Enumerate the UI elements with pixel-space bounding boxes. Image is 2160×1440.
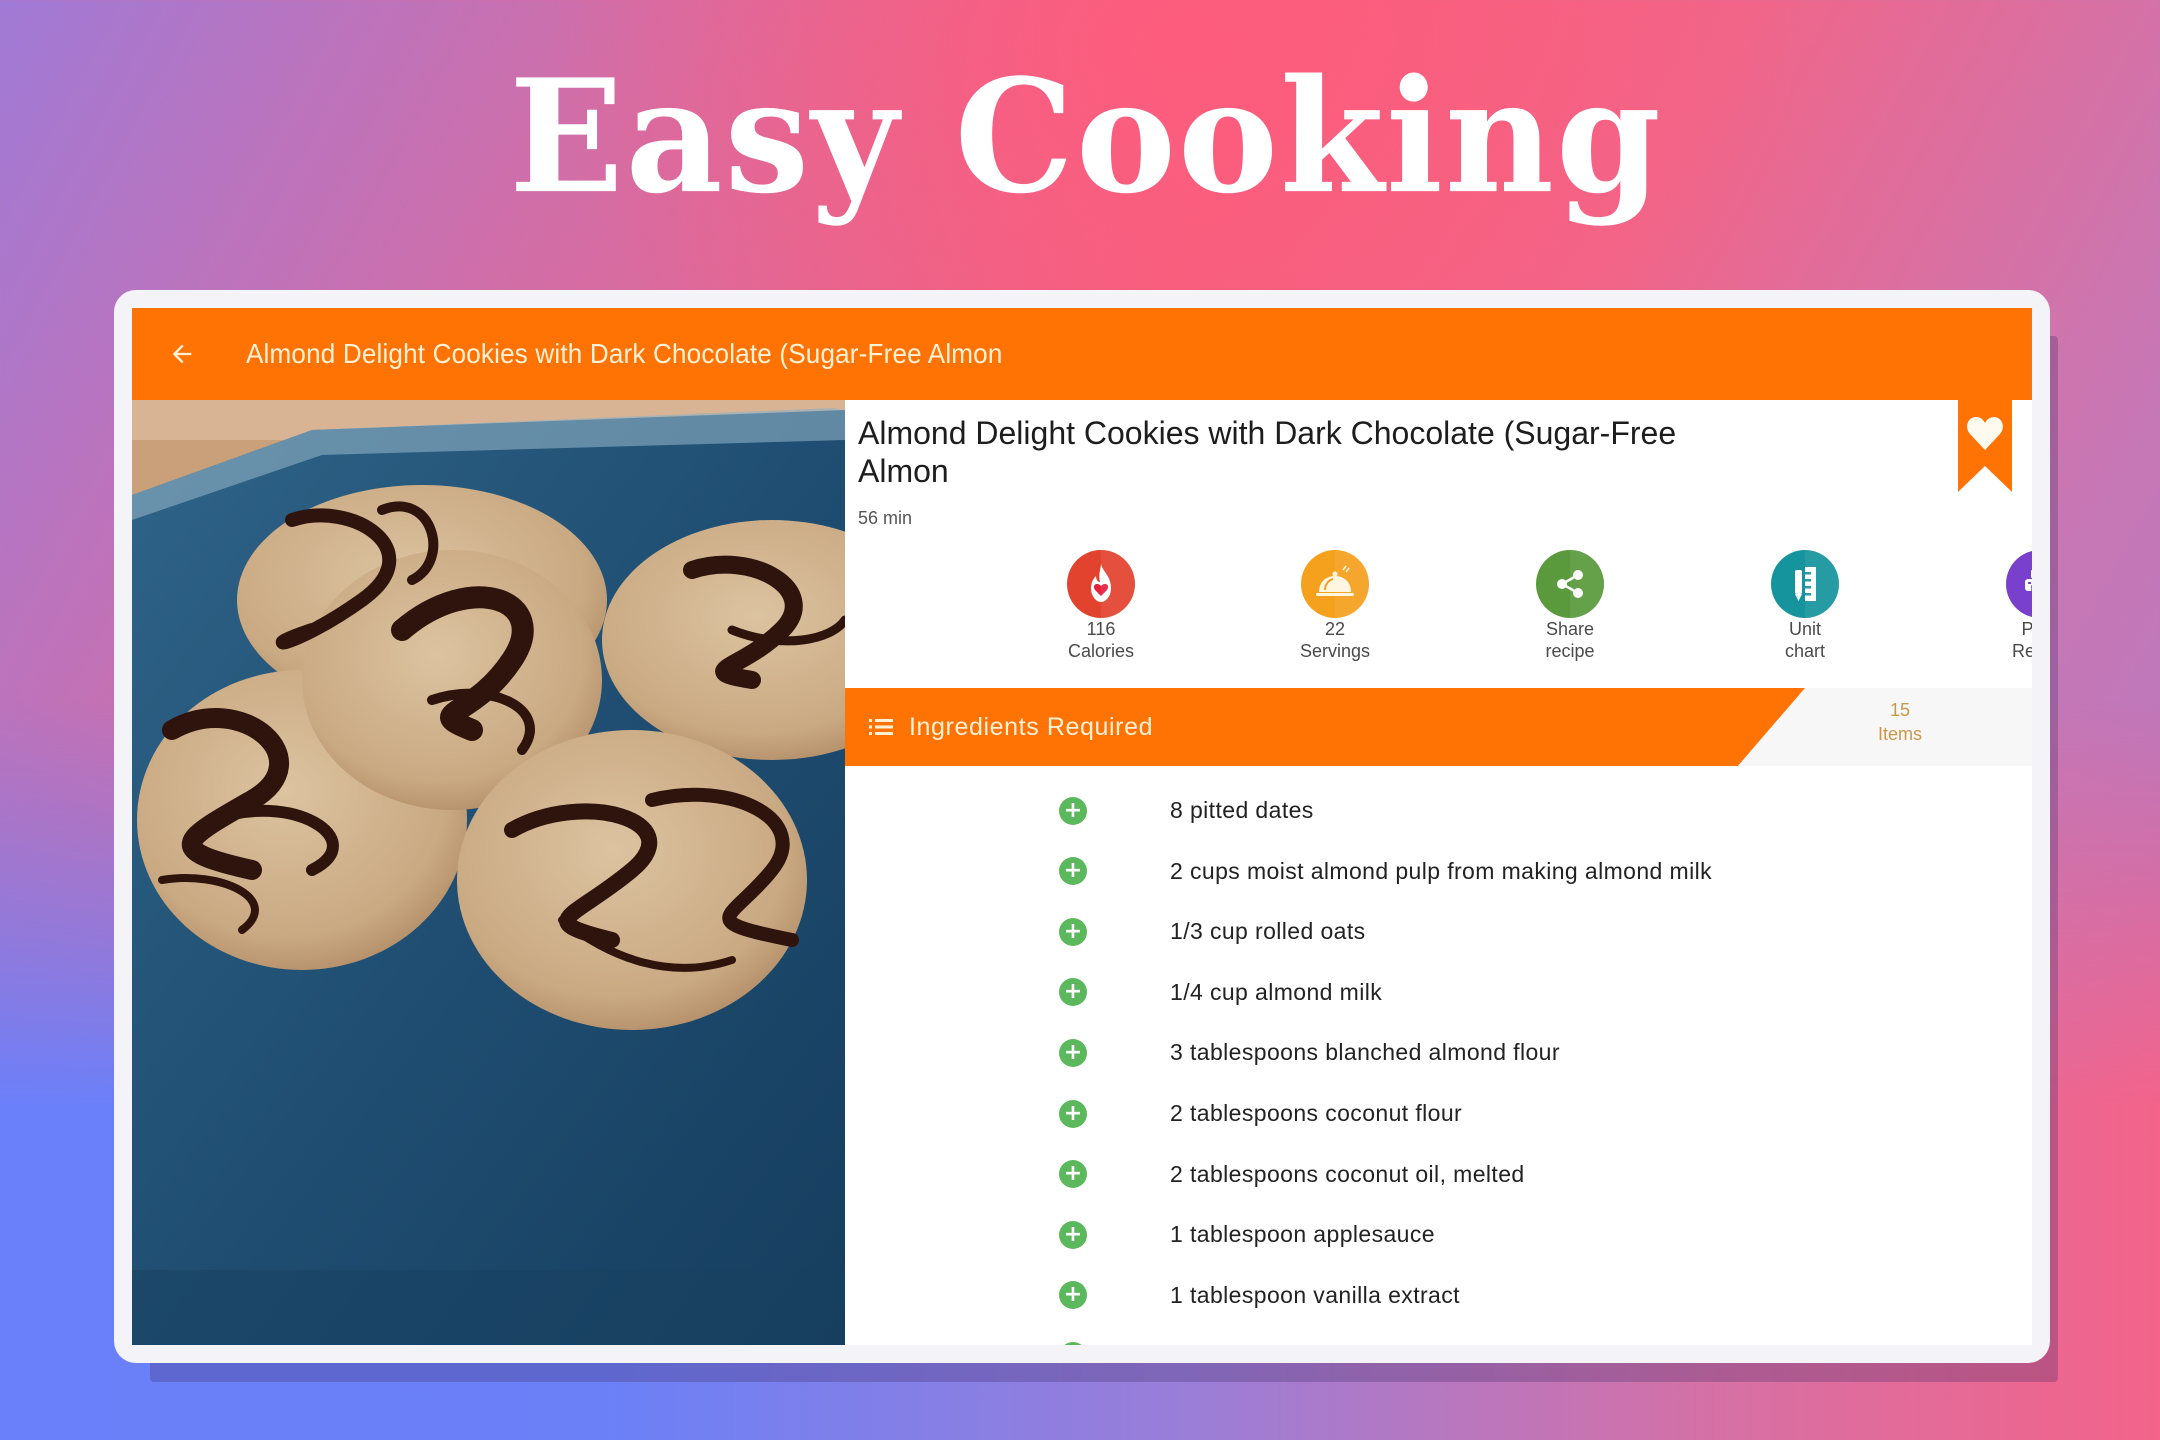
cook-time: 56 min — [858, 508, 913, 528]
ingredient-row: +2 tablespoons coconut flour — [845, 1083, 2032, 1144]
ingredient-text: 3 tablespoons blanched almond flour — [1170, 1039, 1560, 1066]
heart-bookmark-icon — [1958, 400, 2012, 492]
servings-label: Servings — [1299, 641, 1371, 661]
add-ingredient-button[interactable]: + — [1059, 1341, 1087, 1345]
app-screen: Almond Delight Cookies with Dark Chocola… — [132, 308, 2032, 1345]
ingredient-row: +1/4 cup almond milk — [845, 962, 2032, 1023]
ingredient-row: +1/3 cup rolled oats — [845, 901, 2032, 962]
recipe-photo — [132, 400, 845, 1345]
add-ingredient-button[interactable]: + — [1059, 1038, 1087, 1067]
ingredient-text: 2 tablespoons coconut oil, melted — [1170, 1160, 1525, 1187]
ingredient-text: 2 cups moist almond pulp from making alm… — [1170, 857, 1713, 884]
share-label-2: recipe — [1545, 641, 1595, 661]
add-ingredient-button[interactable]: + — [1059, 1099, 1087, 1128]
ruler-pencil-icon — [1771, 550, 1839, 618]
ingredient-row: +2 cups moist almond pulp from making al… — [845, 841, 2032, 902]
ingredients-count-value: 15 — [1889, 700, 1911, 720]
ingredient-text: 1/3 cup rolled oats — [1170, 918, 1366, 945]
recipe-detail-panel: Almond Delight Cookies with Dark Chocola… — [845, 400, 2032, 1345]
unit-chart-button[interactable]: Unit chart — [1725, 550, 1885, 662]
ingredients-title: Ingredients Required — [909, 712, 1154, 741]
share-icon — [1536, 550, 1604, 618]
cookies-image — [132, 400, 845, 1345]
ingredients-header: Ingredients Required 15 Items — [845, 688, 2032, 766]
flame-heart-icon — [1067, 550, 1135, 618]
print-label-2: Recipe — [2011, 641, 2032, 661]
ingredient-row: +1 tablespoon vanilla extract — [845, 1265, 2032, 1326]
unit-chart-label-2: chart — [1784, 641, 1826, 661]
ingredient-row: +2 tablespoons coconut oil, melted — [845, 1144, 2032, 1205]
add-ingredient-button[interactable]: + — [1059, 1220, 1087, 1249]
ingredients-count: 15 Items — [1835, 698, 1965, 746]
stat-calories[interactable]: 116 Calories — [1021, 550, 1181, 662]
ingredients-count-label: Items — [1877, 724, 1922, 744]
toolbar-title: Almond Delight Cookies with Dark Chocola… — [246, 338, 1003, 369]
ingredient-row: +8 pitted dates — [845, 780, 2032, 841]
add-ingredient-button[interactable]: + — [1059, 857, 1087, 886]
recipe-stats: 116 Calories 22 Servings Share recipe Un… — [845, 550, 2032, 690]
servings-value: 22 — [1324, 619, 1346, 639]
ingredient-text: 1 tablespoon vanilla extract — [1170, 1281, 1460, 1308]
ingredients-title-group: Ingredients Required — [869, 688, 1153, 766]
ingredient-row: + — [845, 1325, 2032, 1345]
ingredient-text: 1 tablespoon applesauce — [1170, 1221, 1435, 1248]
share-label-1: Share — [1545, 619, 1595, 639]
printer-icon — [2006, 550, 2032, 618]
ingredient-row: +3 tablespoons blanched almond flour — [845, 1022, 2032, 1083]
serving-cloche-icon — [1301, 550, 1369, 618]
ingredient-text: 8 pitted dates — [1170, 797, 1314, 823]
unit-chart-label-1: Unit — [1788, 619, 1821, 639]
banner-headline: Easy Cooking — [509, 45, 1663, 229]
ingredient-text: 2 tablespoons coconut flour — [1170, 1100, 1463, 1126]
add-ingredient-button[interactable]: + — [1059, 1281, 1087, 1310]
ingredient-text: 1/4 cup almond milk — [1170, 978, 1383, 1005]
calories-value: 116 — [1086, 619, 1116, 639]
ingredient-row: +1 tablespoon applesauce — [845, 1204, 2032, 1265]
share-recipe-button[interactable]: Share recipe — [1490, 550, 1650, 662]
print-recipe-button[interactable]: Print Recipe — [1960, 550, 2032, 662]
print-label-1: Print — [2021, 619, 2032, 639]
favorite-button[interactable] — [1958, 400, 2012, 492]
arrow-left-icon — [172, 344, 192, 364]
add-ingredient-button[interactable]: + — [1059, 978, 1087, 1007]
calories-label: Calories — [1067, 641, 1135, 661]
app-toolbar: Almond Delight Cookies with Dark Chocola… — [132, 308, 2032, 400]
recipe-title: Almond Delight Cookies with Dark Chocola… — [858, 415, 1677, 489]
add-ingredient-button[interactable]: + — [1059, 917, 1087, 946]
stat-servings[interactable]: 22 Servings — [1255, 550, 1415, 662]
back-button[interactable] — [146, 318, 218, 390]
add-ingredient-button[interactable]: + — [1059, 796, 1087, 825]
list-icon — [869, 719, 893, 735]
add-ingredient-button[interactable]: + — [1059, 1160, 1087, 1189]
